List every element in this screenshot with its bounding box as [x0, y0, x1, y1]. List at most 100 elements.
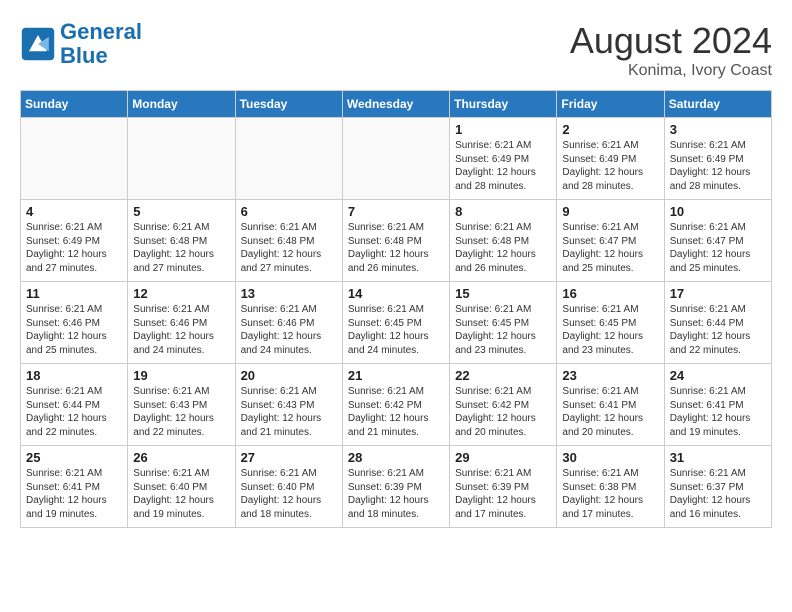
calendar-cell: 27 Sunrise: 6:21 AM Sunset: 6:40 PM Dayli…: [235, 446, 342, 528]
day-number: 24: [670, 368, 766, 383]
calendar-cell: 5 Sunrise: 6:21 AM Sunset: 6:48 PM Daylig…: [128, 200, 235, 282]
day-detail: Sunrise: 6:21 AM Sunset: 6:48 PM Dayligh…: [241, 221, 337, 275]
day-detail: Sunrise: 6:21 AM Sunset: 6:40 PM Dayligh…: [241, 467, 337, 521]
day-detail: Sunrise: 6:21 AM Sunset: 6:39 PM Dayligh…: [455, 467, 551, 521]
day-detail: Sunrise: 6:21 AM Sunset: 6:39 PM Dayligh…: [348, 467, 444, 521]
col-header-saturday: Saturday: [664, 91, 771, 118]
day-number: 1: [455, 122, 551, 137]
day-number: 18: [26, 368, 122, 383]
day-detail: Sunrise: 6:21 AM Sunset: 6:48 PM Dayligh…: [133, 221, 229, 275]
calendar-cell: 21 Sunrise: 6:21 AM Sunset: 6:42 PM Dayli…: [342, 364, 449, 446]
day-number: 12: [133, 286, 229, 301]
day-number: 25: [26, 450, 122, 465]
day-detail: Sunrise: 6:21 AM Sunset: 6:49 PM Dayligh…: [26, 221, 122, 275]
calendar-cell: 16Sunrise: 6:21 AM Sunset: 6:45 PM Dayli…: [557, 282, 664, 364]
calendar-cell: 28 Sunrise: 6:21 AM Sunset: 6:39 PM Dayli…: [342, 446, 449, 528]
day-number: 6: [241, 204, 337, 219]
day-number: 20: [241, 368, 337, 383]
calendar-cell: 6 Sunrise: 6:21 AM Sunset: 6:48 PM Daylig…: [235, 200, 342, 282]
calendar-cell: 20 Sunrise: 6:21 AM Sunset: 6:43 PM Dayli…: [235, 364, 342, 446]
week-row-3: 11 Sunrise: 6:21 AM Sunset: 6:46 PM Dayli…: [21, 282, 772, 364]
col-header-friday: Friday: [557, 91, 664, 118]
day-detail: Sunrise: 6:21 AM Sunset: 6:45 PM Dayligh…: [455, 303, 551, 357]
calendar-cell: [128, 118, 235, 200]
day-number: 5: [133, 204, 229, 219]
day-detail: Sunrise: 6:21 AM Sunset: 6:48 PM Dayligh…: [348, 221, 444, 275]
day-detail: Sunrise: 6:21 AM Sunset: 6:49 PM Dayligh…: [670, 139, 766, 193]
logo-icon: [20, 26, 56, 62]
day-detail: Sunrise: 6:21 AM Sunset: 6:42 PM Dayligh…: [455, 385, 551, 439]
calendar-cell: 23 Sunrise: 6:21 AM Sunset: 6:41 PM Dayli…: [557, 364, 664, 446]
calendar-cell: 29 Sunrise: 6:21 AM Sunset: 6:39 PM Dayli…: [450, 446, 557, 528]
title-block: August 2024 Konima, Ivory Coast: [570, 20, 772, 80]
week-row-1: 1 Sunrise: 6:21 AM Sunset: 6:49 PM Daylig…: [21, 118, 772, 200]
calendar-cell: 2Sunrise: 6:21 AM Sunset: 6:49 PM Daylig…: [557, 118, 664, 200]
calendar-cell: 17Sunrise: 6:21 AM Sunset: 6:44 PM Dayli…: [664, 282, 771, 364]
calendar-cell: 26 Sunrise: 6:21 AM Sunset: 6:40 PM Dayli…: [128, 446, 235, 528]
day-number: 9: [562, 204, 658, 219]
calendar-cell: [342, 118, 449, 200]
day-number: 28: [348, 450, 444, 465]
calendar-cell: [21, 118, 128, 200]
calendar-cell: 14Sunrise: 6:21 AM Sunset: 6:45 PM Dayli…: [342, 282, 449, 364]
day-detail: Sunrise: 6:21 AM Sunset: 6:48 PM Dayligh…: [455, 221, 551, 275]
day-detail: Sunrise: 6:21 AM Sunset: 6:45 PM Dayligh…: [562, 303, 658, 357]
day-detail: Sunrise: 6:21 AM Sunset: 6:46 PM Dayligh…: [241, 303, 337, 357]
day-number: 14: [348, 286, 444, 301]
calendar-table: SundayMondayTuesdayWednesdayThursdayFrid…: [20, 90, 772, 528]
page-header: General Blue August 2024 Konima, Ivory C…: [20, 20, 772, 80]
logo-line2: Blue: [60, 43, 108, 68]
col-header-thursday: Thursday: [450, 91, 557, 118]
day-detail: Sunrise: 6:21 AM Sunset: 6:40 PM Dayligh…: [133, 467, 229, 521]
day-detail: Sunrise: 6:21 AM Sunset: 6:46 PM Dayligh…: [26, 303, 122, 357]
day-number: 13: [241, 286, 337, 301]
week-row-2: 4 Sunrise: 6:21 AM Sunset: 6:49 PM Daylig…: [21, 200, 772, 282]
day-number: 10: [670, 204, 766, 219]
logo: General Blue: [20, 20, 142, 68]
day-number: 11: [26, 286, 122, 301]
day-detail: Sunrise: 6:21 AM Sunset: 6:47 PM Dayligh…: [670, 221, 766, 275]
day-detail: Sunrise: 6:21 AM Sunset: 6:42 PM Dayligh…: [348, 385, 444, 439]
logo-line1: General: [60, 19, 142, 44]
day-detail: Sunrise: 6:21 AM Sunset: 6:38 PM Dayligh…: [562, 467, 658, 521]
day-number: 19: [133, 368, 229, 383]
calendar-cell: 22Sunrise: 6:21 AM Sunset: 6:42 PM Dayli…: [450, 364, 557, 446]
calendar-cell: 9Sunrise: 6:21 AM Sunset: 6:47 PM Daylig…: [557, 200, 664, 282]
calendar-cell: 18 Sunrise: 6:21 AM Sunset: 6:44 PM Dayli…: [21, 364, 128, 446]
calendar-cell: [235, 118, 342, 200]
day-detail: Sunrise: 6:21 AM Sunset: 6:44 PM Dayligh…: [26, 385, 122, 439]
week-row-5: 25 Sunrise: 6:21 AM Sunset: 6:41 PM Dayli…: [21, 446, 772, 528]
day-detail: Sunrise: 6:21 AM Sunset: 6:41 PM Dayligh…: [562, 385, 658, 439]
calendar-cell: 30 Sunrise: 6:21 AM Sunset: 6:38 PM Dayli…: [557, 446, 664, 528]
calendar-cell: 8Sunrise: 6:21 AM Sunset: 6:48 PM Daylig…: [450, 200, 557, 282]
day-detail: Sunrise: 6:21 AM Sunset: 6:43 PM Dayligh…: [241, 385, 337, 439]
location: Konima, Ivory Coast: [570, 62, 772, 80]
day-number: 21: [348, 368, 444, 383]
day-number: 29: [455, 450, 551, 465]
month-year: August 2024: [570, 20, 772, 62]
day-number: 17: [670, 286, 766, 301]
day-detail: Sunrise: 6:21 AM Sunset: 6:49 PM Dayligh…: [455, 139, 551, 193]
calendar-cell: 31Sunrise: 6:21 AM Sunset: 6:37 PM Dayli…: [664, 446, 771, 528]
calendar-cell: 1 Sunrise: 6:21 AM Sunset: 6:49 PM Daylig…: [450, 118, 557, 200]
calendar-cell: 25 Sunrise: 6:21 AM Sunset: 6:41 PM Dayli…: [21, 446, 128, 528]
day-number: 23: [562, 368, 658, 383]
calendar-cell: 24 Sunrise: 6:21 AM Sunset: 6:41 PM Dayli…: [664, 364, 771, 446]
col-header-monday: Monday: [128, 91, 235, 118]
calendar-cell: 10 Sunrise: 6:21 AM Sunset: 6:47 PM Dayli…: [664, 200, 771, 282]
day-detail: Sunrise: 6:21 AM Sunset: 6:46 PM Dayligh…: [133, 303, 229, 357]
calendar-cell: 19Sunrise: 6:21 AM Sunset: 6:43 PM Dayli…: [128, 364, 235, 446]
day-number: 4: [26, 204, 122, 219]
day-detail: Sunrise: 6:21 AM Sunset: 6:41 PM Dayligh…: [670, 385, 766, 439]
day-number: 30: [562, 450, 658, 465]
logo-text: General Blue: [60, 20, 142, 68]
calendar-cell: 12 Sunrise: 6:21 AM Sunset: 6:46 PM Dayli…: [128, 282, 235, 364]
day-number: 26: [133, 450, 229, 465]
col-header-tuesday: Tuesday: [235, 91, 342, 118]
week-row-4: 18 Sunrise: 6:21 AM Sunset: 6:44 PM Dayli…: [21, 364, 772, 446]
day-number: 27: [241, 450, 337, 465]
day-number: 3: [670, 122, 766, 137]
day-detail: Sunrise: 6:21 AM Sunset: 6:41 PM Dayligh…: [26, 467, 122, 521]
day-number: 7: [348, 204, 444, 219]
calendar-cell: 13 Sunrise: 6:21 AM Sunset: 6:46 PM Dayli…: [235, 282, 342, 364]
